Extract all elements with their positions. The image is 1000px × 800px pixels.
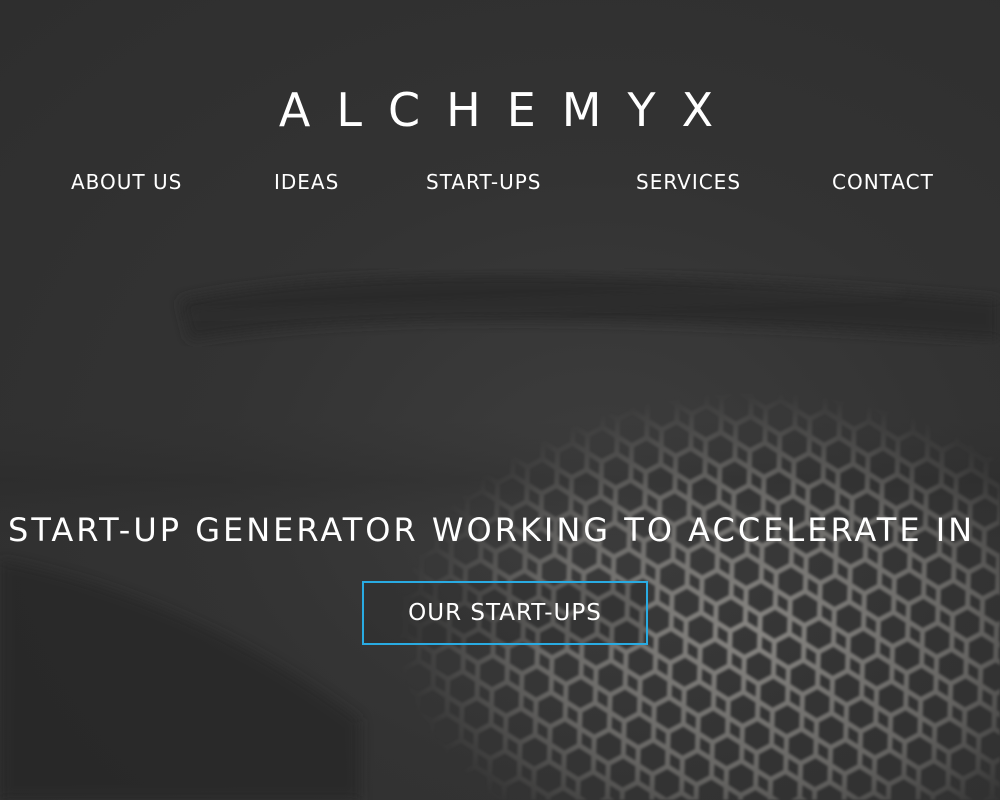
nav-item-services[interactable]: SERVICES: [636, 168, 741, 196]
our-start-ups-button[interactable]: OUR START-UPS: [362, 581, 648, 645]
nav-item-contact[interactable]: CONTACT: [832, 168, 934, 196]
nav-item-ideas[interactable]: IDEAS: [274, 168, 339, 196]
nav-item-about-us[interactable]: ABOUT US: [71, 168, 182, 196]
main-nav: ABOUT US IDEAS START-UPS SERVICES CONTAC…: [0, 168, 1000, 198]
hero-tagline: START-UP GENERATOR WORKING TO ACCELERATE…: [8, 511, 976, 549]
site-logo[interactable]: ALCHEMYX: [0, 82, 1000, 138]
page: ALCHEMYX ABOUT US IDEAS START-UPS SERVIC…: [0, 0, 1000, 800]
nav-item-start-ups[interactable]: START-UPS: [426, 168, 541, 196]
